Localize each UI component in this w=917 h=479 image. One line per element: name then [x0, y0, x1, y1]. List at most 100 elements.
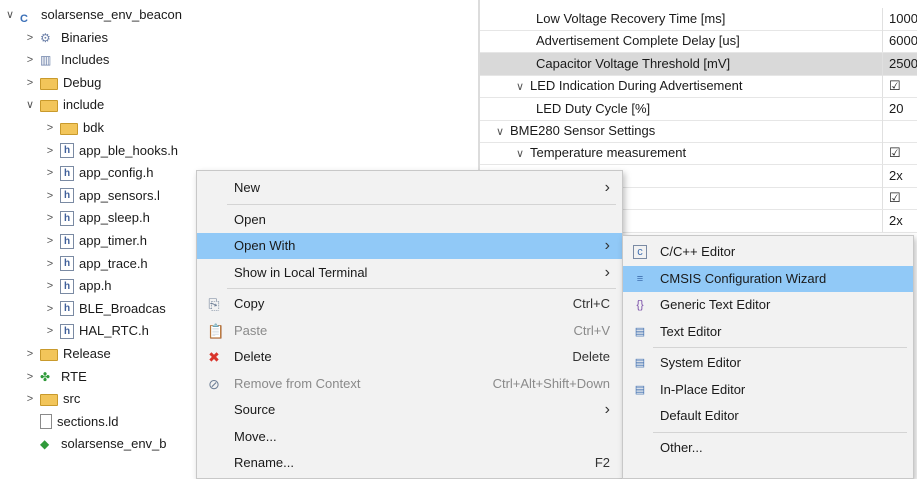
- collapse-chevron-icon[interactable]: >: [24, 366, 36, 388]
- submenu-default-editor[interactable]: Default Editor: [623, 403, 913, 429]
- tree-item[interactable]: > h app_trace.h: [44, 253, 148, 275]
- config-row[interactable]: Advertisement Complete Delay [us] 6000: [480, 30, 917, 54]
- collapse-chevron-icon[interactable]: >: [44, 207, 56, 229]
- menu-open-with[interactable]: Open With ›: [197, 233, 622, 259]
- document-icon: [40, 414, 52, 430]
- config-value[interactable]: 2x: [882, 164, 917, 187]
- expand-chevron-icon[interactable]: ∨: [24, 94, 36, 116]
- collapse-chevron-icon[interactable]: >: [44, 298, 56, 320]
- tree-item[interactable]: > bdk: [44, 117, 104, 139]
- config-row-label: Capacitor Voltage Threshold [mV]: [536, 53, 730, 75]
- config-row[interactable]: Capacitor Voltage Threshold [mV] 2500: [480, 52, 917, 76]
- collapse-chevron-icon[interactable]: >: [24, 343, 36, 365]
- tree-item[interactable]: > h app_config.h: [44, 162, 153, 184]
- expand-chevron-icon[interactable]: ∨: [496, 121, 510, 143]
- tree-item[interactable]: > h app_timer.h: [44, 230, 147, 252]
- expand-chevron-icon[interactable]: ∨: [4, 4, 16, 26]
- context-menu: New › Open Open With › Show in Local Terminal…: [196, 170, 623, 479]
- menu-source[interactable]: Source ›: [197, 397, 622, 423]
- config-checkbox[interactable]: ☑: [882, 142, 917, 165]
- menu-show-in-local-terminal[interactable]: Show in Local Terminal ›: [197, 260, 622, 286]
- tree-item[interactable]: > h app_ble_hooks.h: [44, 140, 178, 162]
- collapse-chevron-icon[interactable]: >: [24, 49, 36, 71]
- green-diamond-icon: ◆: [40, 437, 50, 452]
- menu-item-label: Show in Local Terminal: [234, 264, 368, 280]
- tree-item[interactable]: ◆ solarsense_env_b: [24, 433, 167, 455]
- menu-item-label: Open With: [234, 238, 296, 253]
- config-label-text: Advertisement Complete Delay [us]: [536, 33, 740, 49]
- submenu-c-cpp-editor[interactable]: c C/C++ Editor: [623, 239, 913, 265]
- menu-item-label: Remove from Context: [234, 375, 361, 391]
- collapse-chevron-icon[interactable]: >: [44, 253, 56, 275]
- submenu-text-editor[interactable]: ▤ Text Editor: [623, 319, 913, 345]
- tree-item[interactable]: sections.ld: [24, 411, 118, 433]
- tree-item[interactable]: > ▥ Includes: [24, 49, 110, 71]
- config-row[interactable]: ∨ LED Indication During Advertisement ☑: [480, 75, 917, 99]
- tree-item[interactable]: > Release: [24, 343, 111, 365]
- config-row-label: ∨ BME280 Sensor Settings: [496, 120, 655, 143]
- submenu-system-editor[interactable]: ▤ System Editor: [623, 350, 913, 376]
- config-value[interactable]: 20: [882, 97, 917, 120]
- config-value[interactable]: 2500: [882, 52, 917, 75]
- menu-open[interactable]: Open: [197, 207, 622, 233]
- submenu-in-place-editor[interactable]: ▤ In-Place Editor: [623, 377, 913, 403]
- collapse-chevron-icon[interactable]: >: [24, 72, 36, 94]
- collapse-chevron-icon[interactable]: >: [24, 27, 36, 49]
- tree-item[interactable]: ∨ include: [24, 94, 104, 116]
- config-row[interactable]: LED Duty Cycle [%] 20: [480, 97, 917, 121]
- config-value[interactable]: 2x: [882, 209, 917, 232]
- config-label-text: LED Duty Cycle [%]: [536, 100, 651, 116]
- collapse-chevron-icon[interactable]: >: [44, 230, 56, 252]
- collapse-chevron-icon[interactable]: >: [44, 185, 56, 207]
- header-file-icon: h: [60, 256, 74, 272]
- config-value[interactable]: 6000: [882, 30, 917, 53]
- submenu-item-label: Text Editor: [660, 323, 722, 339]
- tree-item[interactable]: > ⚙ Binaries: [24, 27, 108, 49]
- config-value[interactable]: 10000: [882, 8, 917, 30]
- menu-move[interactable]: Move...: [197, 424, 622, 450]
- tree-item[interactable]: > Debug: [24, 72, 101, 94]
- tree-item[interactable]: > h BLE_Broadcas: [44, 298, 166, 320]
- tree-item[interactable]: > h app_sleep.h: [44, 207, 150, 229]
- folder-icon: [40, 394, 58, 407]
- collapse-chevron-icon[interactable]: >: [44, 140, 56, 162]
- submenu-generic-text-editor[interactable]: {} Generic Text Editor: [623, 292, 913, 318]
- expand-chevron-icon[interactable]: ∨: [516, 76, 530, 98]
- tree-item-label: Binaries: [61, 29, 108, 45]
- collapse-chevron-icon[interactable]: >: [44, 162, 56, 184]
- tree-item[interactable]: ∨ Csolarsense_env_beacon: [4, 4, 182, 26]
- tree-item[interactable]: > h HAL_RTC.h: [44, 320, 149, 342]
- in-place-editor-icon: ▤: [634, 383, 646, 396]
- menu-paste[interactable]: 📋 Paste Ctrl+V: [197, 318, 622, 344]
- menu-rename[interactable]: Rename... F2: [197, 450, 622, 476]
- menu-separator: [227, 288, 616, 289]
- project-icon: C: [20, 13, 28, 25]
- tree-item[interactable]: > ✤ RTE: [24, 366, 87, 388]
- collapse-chevron-icon[interactable]: >: [44, 320, 56, 342]
- open-with-submenu: c C/C++ Editor ≡ CMSIS Configuration Wizard…: [622, 235, 914, 479]
- tree-item-label: HAL_RTC.h: [79, 323, 149, 339]
- collapse-chevron-icon[interactable]: >: [24, 388, 36, 410]
- rte-icon: ✤: [40, 369, 51, 384]
- config-row[interactable]: ∨ BME280 Sensor Settings: [480, 120, 917, 143]
- config-row[interactable]: Low Voltage Recovery Time [ms] 10000: [480, 8, 917, 31]
- submenu-cmsis-wizard[interactable]: ≡ CMSIS Configuration Wizard: [623, 265, 913, 292]
- config-checkbox[interactable]: ☑: [882, 187, 917, 210]
- config-row[interactable]: ∨ Temperature measurement ☑: [480, 142, 917, 166]
- submenu-other[interactable]: Other...: [623, 435, 913, 461]
- collapse-chevron-icon[interactable]: >: [44, 117, 56, 139]
- expand-chevron-icon[interactable]: ∨: [516, 143, 530, 165]
- config-label-text: Temperature measurement: [530, 145, 687, 161]
- tree-item-label: app.h: [79, 278, 112, 294]
- menu-copy[interactable]: ⎘ Copy Ctrl+C: [197, 291, 622, 317]
- tree-item[interactable]: > h app.h: [44, 275, 112, 297]
- config-checkbox[interactable]: ☑: [882, 75, 917, 98]
- tree-item[interactable]: > h app_sensors.l: [44, 185, 160, 207]
- menu-delete[interactable]: ✖ Delete Delete: [197, 344, 622, 370]
- menu-remove-from-context[interactable]: ⊘ Remove from Context Ctrl+Alt+Shift+Down: [197, 371, 622, 397]
- tree-item[interactable]: > src: [24, 388, 80, 410]
- submenu-item-label: Generic Text Editor: [660, 297, 771, 312]
- config-value[interactable]: [882, 120, 917, 142]
- collapse-chevron-icon[interactable]: >: [44, 275, 56, 297]
- menu-new[interactable]: New ›: [197, 175, 622, 201]
